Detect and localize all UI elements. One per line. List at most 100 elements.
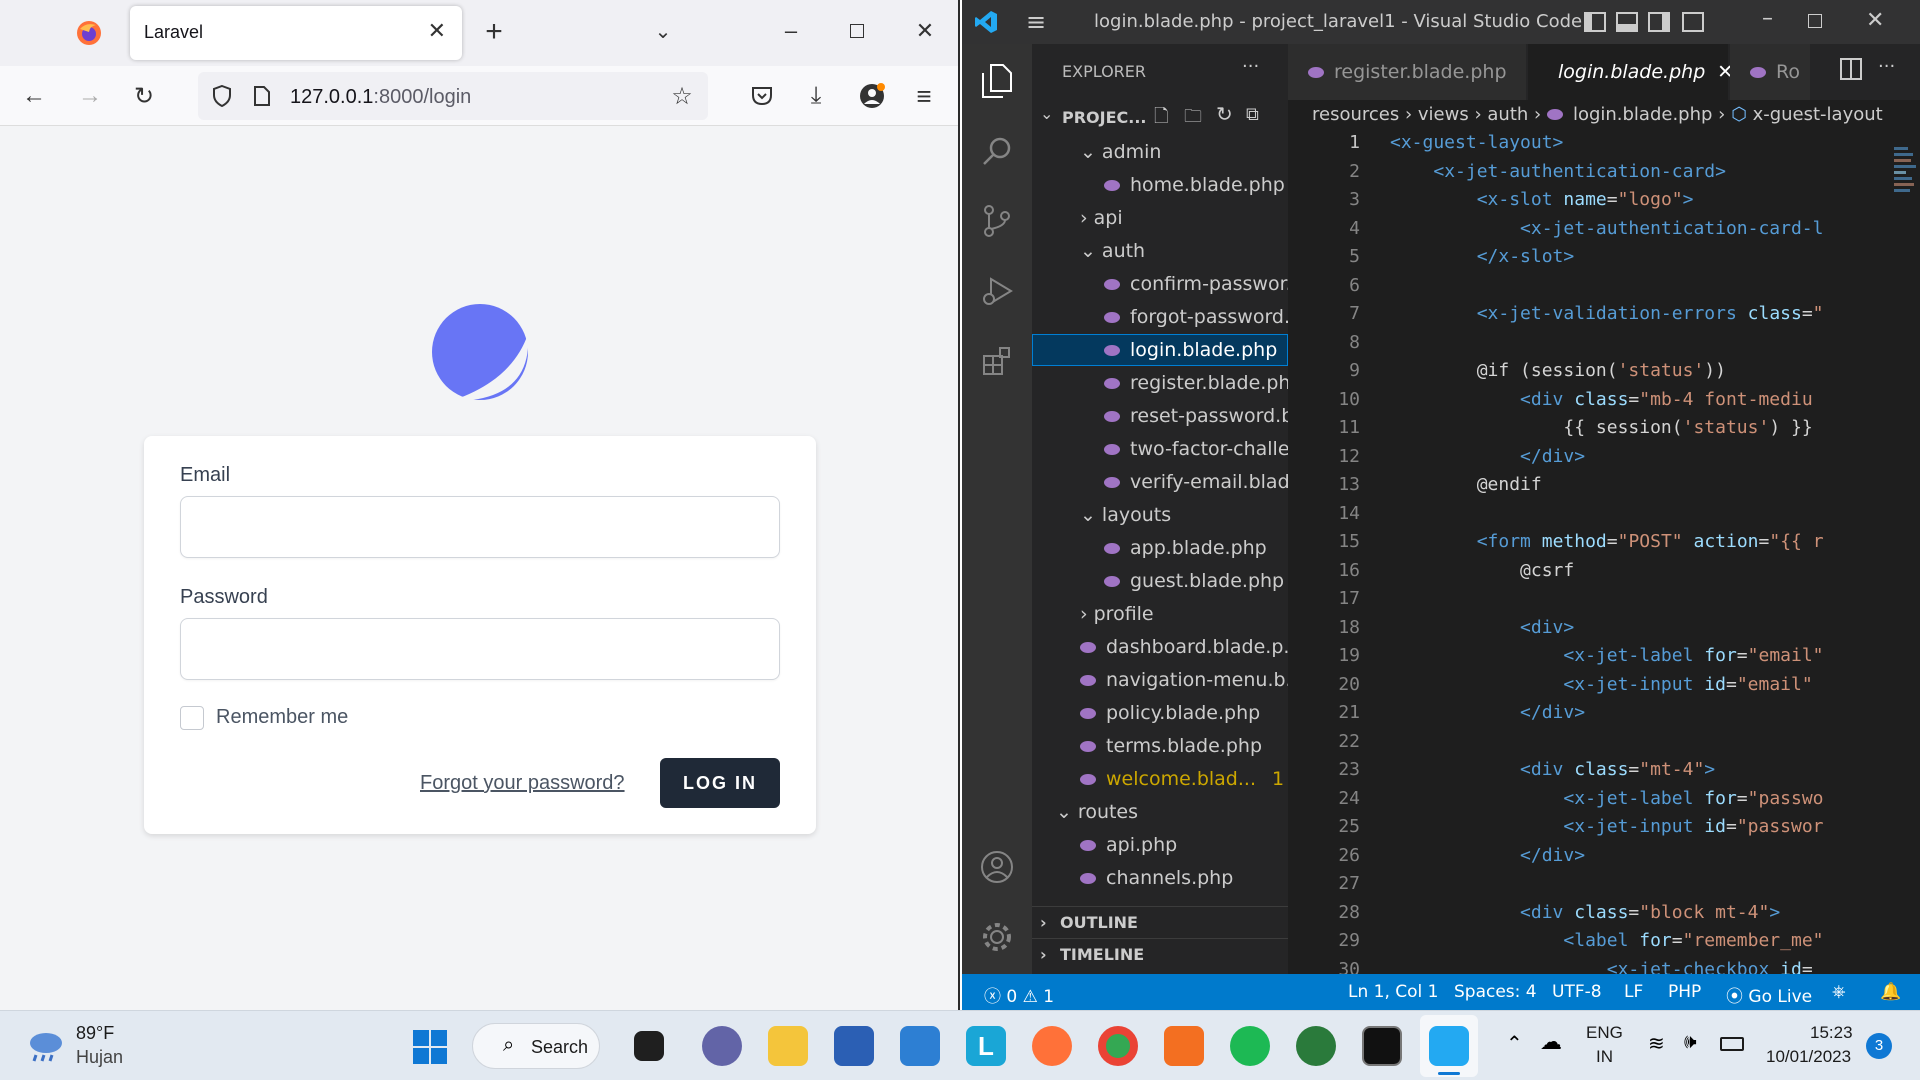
code-line[interactable]: <label for="remember_me" xyxy=(1390,930,1823,951)
url-text[interactable]: 127.0.0.1:8000/login xyxy=(290,86,471,109)
code-line[interactable]: </div> xyxy=(1390,845,1585,866)
tab-login[interactable]: login.blade.php ✕ xyxy=(1528,44,1733,100)
menu-icon[interactable]: ≡ xyxy=(1026,8,1046,36)
code-line[interactable]: <div class="block mt-4"> xyxy=(1390,902,1780,923)
tree-file[interactable]: reset-password.bl... xyxy=(1104,400,1317,432)
more-actions-icon[interactable]: ··· xyxy=(1242,56,1259,77)
browser-tab[interactable]: Laravel ✕ xyxy=(130,6,462,60)
close-window-icon[interactable]: ✕ xyxy=(1866,8,1884,33)
tree-folder[interactable]: ⌄ auth xyxy=(1080,235,1145,267)
minimize-icon[interactable]: – xyxy=(1762,6,1773,31)
file-explorer-icon[interactable] xyxy=(768,1026,808,1066)
toggle-secondary-sidebar-icon[interactable] xyxy=(1648,12,1670,32)
firefox-icon[interactable] xyxy=(1032,1026,1072,1066)
maximize-icon[interactable] xyxy=(842,16,872,46)
teams-chat-icon[interactable] xyxy=(702,1026,742,1066)
code-line[interactable]: </div> xyxy=(1390,702,1585,723)
problems-status[interactable]: ⓧ 0 ⚠ 1 xyxy=(984,982,1054,1007)
terminal-icon[interactable] xyxy=(1362,1026,1402,1066)
forward-icon[interactable]: → xyxy=(74,80,106,112)
code-line[interactable]: @csrf xyxy=(1390,560,1574,581)
code-line[interactable]: <x-jet-label for="passwo xyxy=(1390,788,1823,809)
url-bar[interactable]: 127.0.0.1:8000/login ☆ xyxy=(198,72,708,120)
new-file-icon[interactable]: 🗋 xyxy=(1154,104,1168,134)
code-line[interactable]: <div> xyxy=(1390,617,1574,638)
outline-section[interactable]: › OUTLINE xyxy=(1032,906,1288,938)
maximize-icon[interactable] xyxy=(1808,14,1822,28)
login-button[interactable]: LOG IN xyxy=(660,758,780,808)
tree-file[interactable]: login.blade.php xyxy=(1104,334,1277,366)
breadcrumb[interactable]: resources › views › auth › login.blade.p… xyxy=(1312,104,1883,125)
tree-folder[interactable]: ⌄ admin xyxy=(1080,136,1161,168)
task-view-icon[interactable] xyxy=(634,1031,664,1061)
project-folder-header[interactable]: ⌄ PROJEC... 🗋 🗀 ↻ ⧉ xyxy=(1032,100,1288,132)
page-info-icon[interactable] xyxy=(250,84,274,108)
notepad-icon[interactable] xyxy=(834,1026,874,1066)
code-line[interactable]: @if (session('status')) xyxy=(1390,360,1726,381)
source-control-icon[interactable] xyxy=(972,196,1022,246)
code-line[interactable]: <x-jet-input id="email" xyxy=(1390,674,1812,695)
close-window-icon[interactable]: ✕ xyxy=(910,16,940,46)
weather-icon[interactable] xyxy=(26,1029,66,1068)
downloads-icon[interactable]: ⤓ xyxy=(800,80,832,112)
refresh-icon[interactable]: ↻ xyxy=(1216,102,1233,126)
code-line[interactable]: <x-jet-validation-errors class=" xyxy=(1390,303,1824,324)
cursor-position[interactable]: Ln 1, Col 1 xyxy=(1348,982,1439,1002)
tree-file[interactable]: two-factor-challe... xyxy=(1104,433,1308,465)
account-icon[interactable] xyxy=(856,80,888,112)
vscode-taskbar-button[interactable] xyxy=(1420,1015,1478,1077)
code-line[interactable]: <x-jet-input id="passwor xyxy=(1390,816,1823,837)
spotify-icon[interactable] xyxy=(1230,1026,1270,1066)
accounts-share-icon[interactable]: ⎈ xyxy=(1832,982,1846,1002)
show-hidden-icons-icon[interactable]: ⌃ xyxy=(1506,1031,1523,1056)
manage-gear-icon[interactable] xyxy=(972,912,1022,962)
encoding-status[interactable]: UTF-8 xyxy=(1552,982,1602,1002)
new-folder-icon[interactable]: 🗀 xyxy=(1184,104,1202,134)
split-editor-icon[interactable] xyxy=(1840,58,1862,80)
toggle-sidebar-icon[interactable] xyxy=(1584,12,1606,32)
firefox-menu-icon[interactable] xyxy=(74,18,104,48)
tree-file[interactable]: api.php xyxy=(1080,829,1177,861)
xampp-icon[interactable] xyxy=(1164,1026,1204,1066)
weather-desc[interactable]: Hujan xyxy=(76,1047,123,1068)
new-tab-icon[interactable]: + xyxy=(478,15,510,48)
volume-icon[interactable]: 🕪 xyxy=(1684,1031,1697,1054)
close-tab-icon[interactable]: ✕ xyxy=(428,18,446,44)
timeline-section[interactable]: › TIMELINE xyxy=(1032,938,1288,970)
hs-app-icon[interactable] xyxy=(1296,1026,1336,1066)
tree-file[interactable]: confirm-passwor... xyxy=(1104,268,1304,300)
back-icon[interactable]: ← xyxy=(18,80,50,112)
indentation-status[interactable]: Spaces: 4 xyxy=(1454,982,1537,1002)
tree-file[interactable]: register.blade.php xyxy=(1104,367,1303,399)
tree-file[interactable]: navigation-menu.b... xyxy=(1080,664,1304,696)
tree-file[interactable]: policy.blade.php xyxy=(1080,697,1260,729)
tab-routes[interactable]: Ro xyxy=(1730,44,1810,100)
code-line[interactable]: <form method="POST" action="{{ r xyxy=(1390,531,1824,552)
mail-icon[interactable] xyxy=(900,1026,940,1066)
tab-register[interactable]: register.blade.php xyxy=(1288,44,1526,100)
app-menu-icon[interactable]: ≡ xyxy=(908,80,940,112)
code-line[interactable]: <div class="mb-4 font-mediu xyxy=(1390,389,1813,410)
code-line[interactable]: <x-jet-authentication-card-l xyxy=(1390,218,1823,239)
code-line[interactable]: <x-guest-layout> xyxy=(1390,132,1563,153)
more-actions-icon[interactable]: ··· xyxy=(1878,56,1895,77)
accounts-icon[interactable] xyxy=(972,842,1022,892)
tree-folder[interactable]: › profile xyxy=(1080,598,1154,630)
shield-icon[interactable] xyxy=(210,84,234,108)
chrome-icon[interactable] xyxy=(1098,1026,1138,1066)
battery-icon[interactable] xyxy=(1720,1037,1744,1051)
tree-folder[interactable]: › api xyxy=(1080,202,1123,234)
notifications-bell-icon[interactable]: 🔔 xyxy=(1880,982,1901,1002)
weather-temp[interactable]: 89°F xyxy=(76,1023,114,1044)
tree-file[interactable]: terms.blade.php xyxy=(1080,730,1262,762)
clock-date[interactable]: 10/01/2023 xyxy=(1766,1047,1851,1067)
search-icon[interactable] xyxy=(972,126,1022,176)
code-line[interactable]: </div> xyxy=(1390,446,1585,467)
minimize-icon[interactable]: – xyxy=(776,16,806,46)
tree-file[interactable]: dashboard.blade.p... xyxy=(1080,631,1302,663)
minimap[interactable] xyxy=(1894,144,1918,234)
tree-file[interactable]: guest.blade.php xyxy=(1104,565,1284,597)
windows-start-icon[interactable] xyxy=(412,1029,448,1070)
list-tabs-icon[interactable]: ⌄ xyxy=(648,16,678,46)
wifi-icon[interactable]: ≋ xyxy=(1648,1031,1665,1056)
